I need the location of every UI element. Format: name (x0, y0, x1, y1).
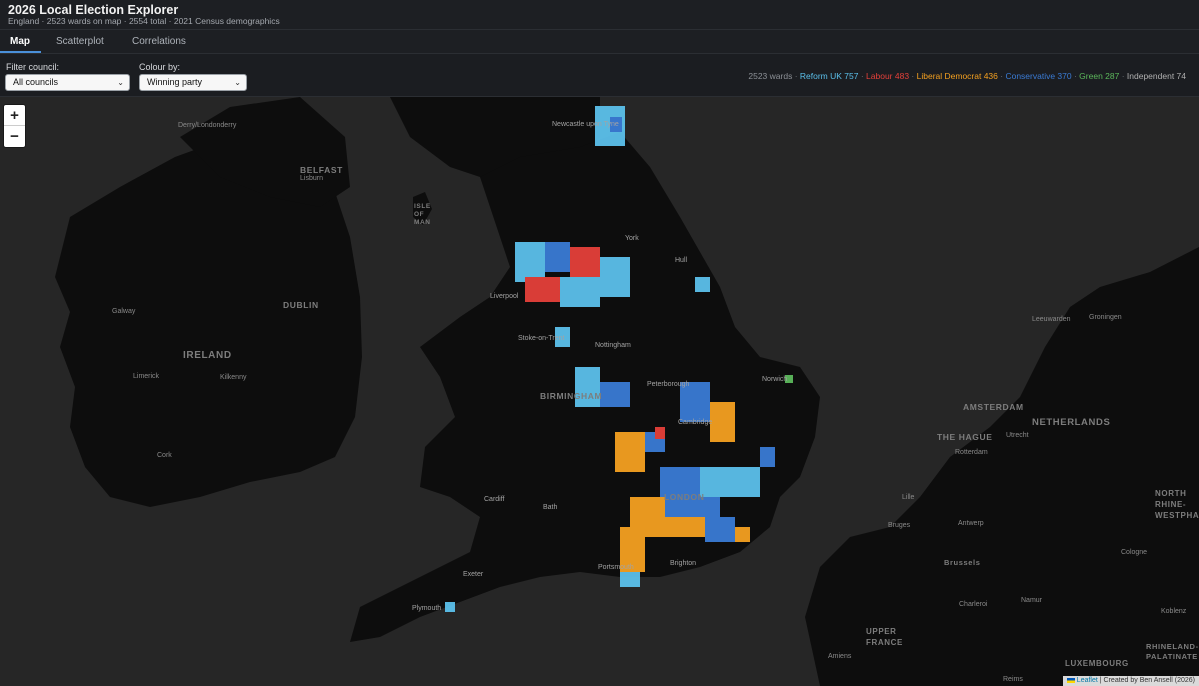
filter-council-select[interactable]: All councils ⌄ (5, 74, 130, 91)
place-label: Antwerp (958, 520, 984, 527)
place-label: Stoke-on-Trent (518, 335, 565, 342)
colour-by-label: Colour by: (139, 62, 181, 72)
place-label: Portsmouth (598, 564, 634, 571)
place-label: Brussels (944, 558, 981, 567)
controls-bar: Filter council: All councils ⌄ Colour by… (0, 54, 1199, 97)
place-label: Hull (675, 257, 688, 264)
place-label: Peterborough (647, 381, 690, 388)
party-counts: 2523 wards · Reform UK 757 · Labour 483 … (748, 71, 1186, 81)
place-label: Plymouth (412, 605, 442, 612)
place-label: Derry/Londonderry (178, 122, 237, 129)
place-label: Cambridge (678, 419, 713, 426)
place-label: Kilkenny (220, 374, 247, 381)
place-label: Utrecht (1006, 432, 1029, 439)
colour-by-value: Winning party (147, 77, 203, 87)
place-label: Galway (112, 308, 136, 315)
count-independent: Independent 74 (1126, 71, 1186, 81)
count-green: Green 287 (1079, 71, 1120, 81)
place-label: NETHERLANDS (1032, 417, 1111, 428)
title-bar: 2026 Local Election Explorer England · 2… (0, 0, 1199, 30)
ward-count: 2523 wards (748, 71, 793, 81)
filter-council-label: Filter council: (6, 62, 60, 72)
chevron-down-icon: ⌄ (234, 78, 241, 87)
credit-text: Created by Ben Ansell (2026) (1103, 677, 1195, 684)
place-label: Rotterdam (955, 449, 988, 456)
place-label: Norwich (762, 376, 788, 383)
place-label: Exeter (463, 571, 484, 578)
colour-by-select[interactable]: Winning party ⌄ (139, 74, 247, 91)
place-label: AMSTERDAM (963, 402, 1024, 412)
place-label: Cork (157, 452, 172, 459)
place-label: Namur (1021, 597, 1043, 604)
place-label: Koblenz (1161, 608, 1187, 615)
map-view[interactable]: + − Newcastle upon Tyne Derry/Londonderr… (0, 97, 1199, 686)
leaflet-link[interactable]: Leaflet (1077, 677, 1098, 684)
place-label: Lille (902, 494, 915, 501)
filter-council-value: All councils (13, 77, 59, 87)
tab-map[interactable]: Map (10, 36, 30, 47)
count-labour: Labour 483 (866, 71, 910, 81)
place-label: UPPER FRANCE (866, 627, 903, 647)
tab-scatterplot[interactable]: Scatterplot (56, 36, 104, 47)
place-label: Nottingham (595, 342, 631, 349)
place-label: Lisburn (300, 175, 323, 182)
zoom-control: + − (4, 105, 25, 147)
place-label: Amiens (828, 653, 852, 660)
continent-landmass (805, 247, 1199, 686)
place-label: Newcastle upon Tyne (552, 121, 619, 128)
place-label: IRELAND (183, 350, 232, 361)
place-label: NORTH RHINE-WESTPHALIA (1155, 489, 1199, 520)
chevron-down-icon: ⌄ (117, 78, 124, 87)
place-label: Groningen (1089, 314, 1122, 321)
app-subtitle: England · 2523 wards on map · 2554 total… (8, 16, 280, 26)
place-label: THE HAGUE (937, 432, 993, 442)
place-label: Cardiff (484, 496, 505, 503)
place-label: ISLE OF MAN (414, 203, 431, 226)
place-label: BIRMINGHAM (540, 391, 603, 401)
place-label: Cologne (1121, 549, 1148, 556)
map-attribution: Leaflet | Created by Ben Ansell (2026) (1062, 676, 1199, 686)
count-conservative: Conservative 370 (1005, 71, 1072, 81)
place-label: Liverpool (490, 293, 519, 300)
place-label: Limerick (133, 373, 160, 380)
tab-bar: Map Scatterplot Correlations (0, 30, 1199, 54)
place-label: LUXEMBOURG (1065, 659, 1129, 668)
place-label: Bath (543, 504, 558, 511)
ukraine-flag-icon (1066, 677, 1075, 683)
zoom-in-button[interactable]: + (4, 105, 25, 126)
active-tab-indicator (0, 51, 41, 53)
place-label: LONDON (664, 492, 705, 502)
tab-correlations[interactable]: Correlations (132, 36, 186, 47)
place-label: DUBLIN (283, 300, 319, 310)
place-label: Reims (1003, 676, 1023, 683)
place-label: Brighton (670, 560, 697, 567)
place-label: RHINELAND-PALATINATE (1146, 642, 1199, 661)
app-title: 2026 Local Election Explorer (8, 3, 179, 17)
place-label: York (625, 235, 639, 242)
place-label: Bruges (888, 522, 911, 529)
place-label: Leeuwarden (1032, 316, 1071, 323)
zoom-out-button[interactable]: − (4, 126, 25, 147)
count-libdem: Liberal Democrat 436 (916, 71, 998, 81)
place-label: Charleroi (959, 601, 988, 608)
place-label: BELFAST (300, 165, 343, 175)
count-reform: Reform UK 757 (799, 71, 859, 81)
